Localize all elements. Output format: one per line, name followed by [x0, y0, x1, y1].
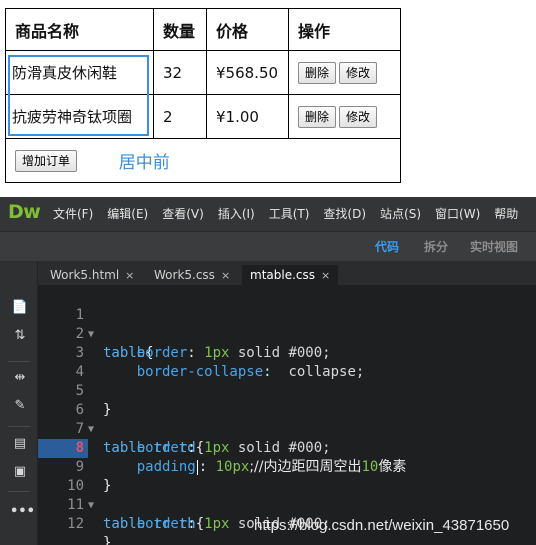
code-editor[interactable]: 1 ▼ table{ 2 border: 1px solid #000; 3 b…: [38, 285, 536, 545]
menu-insert[interactable]: 插入(I): [218, 197, 255, 231]
actions-cell: 删除 修改: [288, 50, 401, 95]
table-footer-row: 增加订单 居中前: [5, 138, 401, 183]
tab-label: mtable.css: [250, 268, 315, 282]
code-line: 12 }: [38, 496, 536, 545]
dreamweaver-window: Dw 文件(F) 编辑(E) 查看(V) 插入(I) 工具(T) 查找(D) 站…: [0, 197, 536, 545]
quantity-cell: 2: [153, 94, 207, 139]
code-line: 6 ▼ table tr td{: [38, 382, 536, 456]
comment-icon[interactable]: ▤: [10, 435, 30, 453]
menu-list: 文件(F) 编辑(E) 查看(V) 插入(I) 工具(T) 查找(D) 站点(S…: [53, 197, 532, 231]
code-line: 11 border: 1px solid #000;: [38, 477, 536, 532]
toolbar-divider: [8, 491, 30, 492]
menu-view[interactable]: 查看(V): [162, 197, 204, 231]
menu-site[interactable]: 站点(S): [380, 197, 421, 231]
live-view-button[interactable]: 实时视图: [470, 232, 518, 262]
actions-cell: 删除 修改: [288, 94, 401, 139]
product-name-cell: 防滑真皮休闲鞋: [5, 50, 154, 95]
tab-work5-css[interactable]: Work5.css ×: [146, 265, 238, 285]
menu-tools[interactable]: 工具(T): [269, 197, 310, 231]
product-name: 防滑真皮休闲鞋: [12, 64, 118, 82]
tab-label: Work5.html: [50, 268, 120, 282]
header-actions: 操作: [288, 8, 401, 51]
code-line: 10 ▼ table tr th{: [38, 458, 536, 532]
toolbar-divider: [8, 426, 30, 427]
edit-button[interactable]: 修改: [339, 61, 378, 84]
menu-edit[interactable]: 编辑(E): [107, 197, 148, 231]
menu-bar: Dw 文件(F) 编辑(E) 查看(V) 插入(I) 工具(T) 查找(D) 站…: [0, 197, 536, 231]
html-preview: 商品名称 数量 价格 操作 防滑真皮休闲鞋 32 ¥568.50 删除 修改 抗疲…: [0, 0, 536, 197]
footer-cell: 增加订单 居中前: [5, 138, 401, 183]
menu-help[interactable]: 帮助: [494, 197, 518, 231]
more-icon[interactable]: •••: [10, 503, 35, 521]
menu-find[interactable]: 查找(D): [323, 197, 366, 231]
expand-icon[interactable]: ⇹: [10, 369, 30, 387]
left-toolbar: 📄 ⇅ ⇹ ✎ ▤ ▣ •••: [0, 261, 38, 545]
view-switcher: 代码 拆分 实时视图: [0, 231, 536, 261]
code-line: 3 border-collapse: collapse;: [38, 325, 536, 380]
tab-work5-html[interactable]: Work5.html ×: [42, 265, 142, 285]
code-view-button[interactable]: 代码: [375, 232, 399, 262]
wand-icon[interactable]: ✎: [10, 397, 30, 415]
toolbar-divider: [8, 361, 30, 362]
table-header-row: 商品名称 数量 价格 操作: [5, 8, 401, 51]
delete-button[interactable]: 删除: [298, 61, 337, 84]
code-line: 5 }: [38, 363, 536, 418]
tab-label: Work5.css: [154, 268, 215, 282]
order-table: 商品名称 数量 价格 操作 防滑真皮休闲鞋 32 ¥568.50 删除 修改 抗疲…: [5, 8, 401, 183]
close-icon[interactable]: ×: [321, 269, 330, 282]
close-icon[interactable]: ×: [125, 269, 134, 282]
line-number: 12: [67, 516, 84, 532]
delete-button[interactable]: 删除: [298, 105, 337, 128]
code-line: 4: [38, 344, 536, 380]
sort-icon[interactable]: ⇅: [10, 327, 30, 345]
menu-window[interactable]: 窗口(W): [435, 197, 480, 231]
price-cell: ¥568.50: [206, 50, 289, 95]
code-line: 1 ▼ table{: [38, 287, 536, 361]
header-price: 价格: [206, 8, 289, 51]
css-property: border: [136, 516, 188, 532]
snippet-icon[interactable]: ▣: [10, 463, 30, 481]
add-order-button[interactable]: 增加订单: [15, 150, 78, 172]
watermark-text: https://blog.csdn.net/weixin_43871650: [254, 517, 510, 534]
header-product-name: 商品名称: [5, 8, 154, 51]
price-cell: ¥1.00: [206, 94, 289, 139]
brace: }: [103, 535, 112, 545]
product-name-cell: 抗疲劳神奇钛项圈: [5, 94, 154, 139]
dreamweaver-logo: Dw: [8, 201, 41, 223]
document-tabs: Work5.html × Work5.css × mtable.css ×: [38, 261, 536, 285]
center-label: 居中前: [118, 153, 170, 173]
code-line-error: 8 padding: 10px;//内边距四周空出10像素: [38, 420, 536, 475]
header-quantity: 数量: [153, 8, 207, 51]
css-number: 1px: [204, 516, 230, 532]
product-name: 抗疲劳神奇钛项圈: [12, 108, 133, 126]
file-icon[interactable]: 📄: [10, 299, 30, 317]
quantity-cell: 32: [153, 50, 207, 95]
tab-mtable-css[interactable]: mtable.css ×: [242, 265, 339, 285]
close-icon[interactable]: ×: [221, 269, 230, 282]
table-row: 防滑真皮休闲鞋 32 ¥568.50 删除 修改: [5, 50, 401, 95]
table-row: 抗疲劳神奇钛项圈 2 ¥1.00 删除 修改: [5, 94, 401, 139]
split-view-button[interactable]: 拆分: [424, 232, 448, 262]
code-line: 9 }: [38, 439, 536, 494]
code-line: 7 border: 1px solid #000;: [38, 401, 536, 456]
menu-file[interactable]: 文件(F): [53, 197, 93, 231]
code-line: 2 border: 1px solid #000;: [38, 306, 536, 361]
edit-button[interactable]: 修改: [339, 105, 378, 128]
